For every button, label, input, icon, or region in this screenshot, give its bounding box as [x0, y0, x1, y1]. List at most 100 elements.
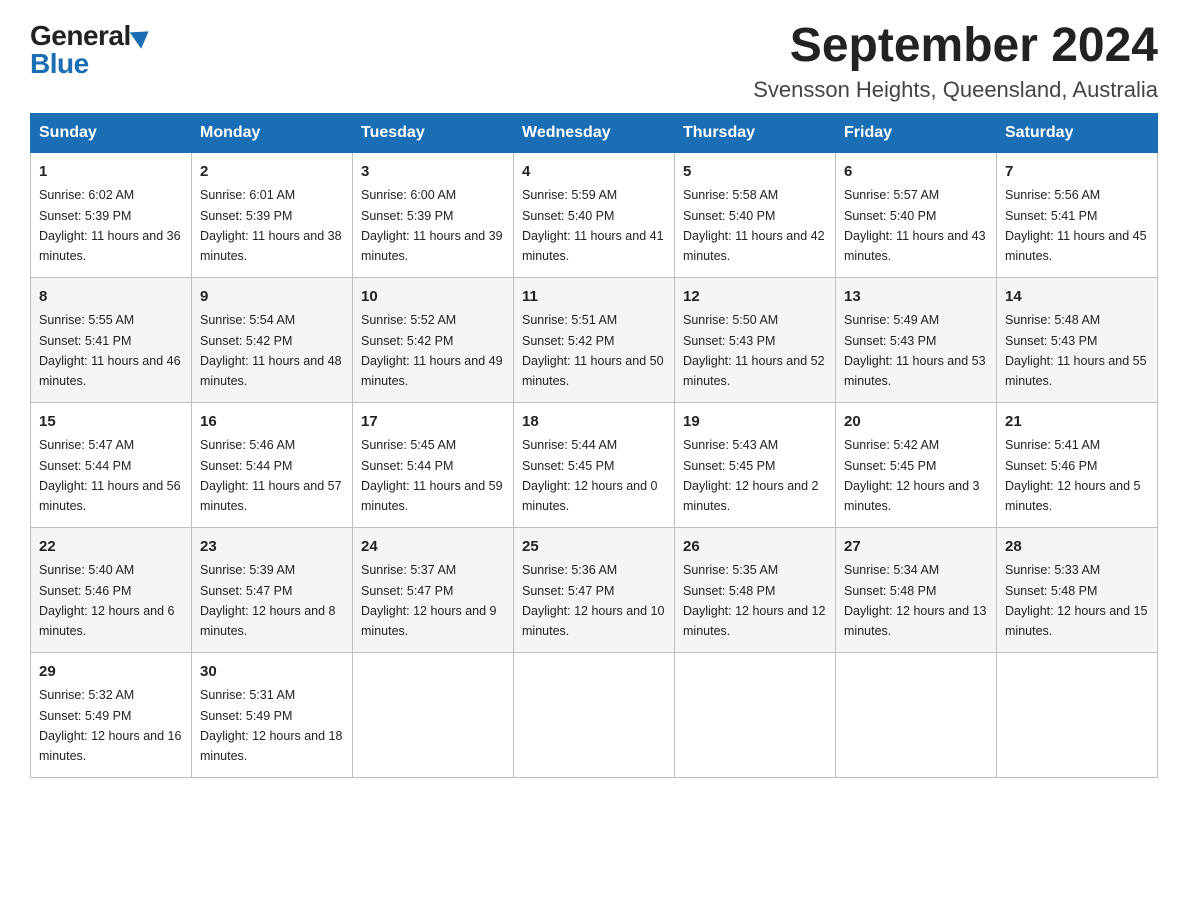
- weekday-header-row: SundayMondayTuesdayWednesdayThursdayFrid…: [31, 113, 1158, 152]
- calendar-cell: 13 Sunrise: 5:49 AMSunset: 5:43 PMDaylig…: [836, 277, 997, 402]
- calendar-cell: 22 Sunrise: 5:40 AMSunset: 5:46 PMDaylig…: [31, 527, 192, 652]
- day-info: Sunrise: 5:51 AMSunset: 5:42 PMDaylight:…: [522, 313, 664, 388]
- calendar-cell: 14 Sunrise: 5:48 AMSunset: 5:43 PMDaylig…: [997, 277, 1158, 402]
- calendar-cell: 25 Sunrise: 5:36 AMSunset: 5:47 PMDaylig…: [514, 527, 675, 652]
- day-number: 4: [522, 161, 666, 184]
- calendar-cell: 12 Sunrise: 5:50 AMSunset: 5:43 PMDaylig…: [675, 277, 836, 402]
- day-number: 27: [844, 536, 988, 559]
- day-number: 9: [200, 286, 344, 309]
- location-title: Svensson Heights, Queensland, Australia: [753, 77, 1158, 103]
- calendar-cell: 1 Sunrise: 6:02 AMSunset: 5:39 PMDayligh…: [31, 152, 192, 277]
- day-number: 13: [844, 286, 988, 309]
- day-number: 24: [361, 536, 505, 559]
- weekday-header-sunday: Sunday: [31, 113, 192, 152]
- calendar-week-row: 15 Sunrise: 5:47 AMSunset: 5:44 PMDaylig…: [31, 402, 1158, 527]
- day-number: 23: [200, 536, 344, 559]
- day-info: Sunrise: 5:59 AMSunset: 5:40 PMDaylight:…: [522, 188, 664, 263]
- calendar-cell: 20 Sunrise: 5:42 AMSunset: 5:45 PMDaylig…: [836, 402, 997, 527]
- day-info: Sunrise: 5:48 AMSunset: 5:43 PMDaylight:…: [1005, 313, 1147, 388]
- calendar-cell: 28 Sunrise: 5:33 AMSunset: 5:48 PMDaylig…: [997, 527, 1158, 652]
- weekday-header-tuesday: Tuesday: [353, 113, 514, 152]
- day-info: Sunrise: 5:36 AMSunset: 5:47 PMDaylight:…: [522, 563, 664, 638]
- calendar-cell: 17 Sunrise: 5:45 AMSunset: 5:44 PMDaylig…: [353, 402, 514, 527]
- day-info: Sunrise: 5:32 AMSunset: 5:49 PMDaylight:…: [39, 688, 181, 763]
- calendar-cell: [675, 652, 836, 777]
- calendar-cell: 24 Sunrise: 5:37 AMSunset: 5:47 PMDaylig…: [353, 527, 514, 652]
- calendar-week-row: 1 Sunrise: 6:02 AMSunset: 5:39 PMDayligh…: [31, 152, 1158, 277]
- day-number: 28: [1005, 536, 1149, 559]
- day-info: Sunrise: 5:34 AMSunset: 5:48 PMDaylight:…: [844, 563, 986, 638]
- calendar-cell: [836, 652, 997, 777]
- calendar-cell: 15 Sunrise: 5:47 AMSunset: 5:44 PMDaylig…: [31, 402, 192, 527]
- day-number: 11: [522, 286, 666, 309]
- calendar-cell: 26 Sunrise: 5:35 AMSunset: 5:48 PMDaylig…: [675, 527, 836, 652]
- day-info: Sunrise: 5:44 AMSunset: 5:45 PMDaylight:…: [522, 438, 658, 513]
- day-number: 15: [39, 411, 183, 434]
- day-number: 30: [200, 661, 344, 684]
- day-number: 22: [39, 536, 183, 559]
- day-number: 21: [1005, 411, 1149, 434]
- weekday-header-thursday: Thursday: [675, 113, 836, 152]
- day-info: Sunrise: 5:35 AMSunset: 5:48 PMDaylight:…: [683, 563, 825, 638]
- calendar-cell: 2 Sunrise: 6:01 AMSunset: 5:39 PMDayligh…: [192, 152, 353, 277]
- day-info: Sunrise: 5:43 AMSunset: 5:45 PMDaylight:…: [683, 438, 819, 513]
- day-info: Sunrise: 5:54 AMSunset: 5:42 PMDaylight:…: [200, 313, 342, 388]
- calendar-cell: 6 Sunrise: 5:57 AMSunset: 5:40 PMDayligh…: [836, 152, 997, 277]
- day-number: 1: [39, 161, 183, 184]
- day-number: 25: [522, 536, 666, 559]
- day-number: 17: [361, 411, 505, 434]
- day-number: 2: [200, 161, 344, 184]
- day-number: 16: [200, 411, 344, 434]
- day-number: 5: [683, 161, 827, 184]
- calendar-cell: 7 Sunrise: 5:56 AMSunset: 5:41 PMDayligh…: [997, 152, 1158, 277]
- calendar-cell: 10 Sunrise: 5:52 AMSunset: 5:42 PMDaylig…: [353, 277, 514, 402]
- weekday-header-monday: Monday: [192, 113, 353, 152]
- day-info: Sunrise: 5:45 AMSunset: 5:44 PMDaylight:…: [361, 438, 503, 513]
- calendar-cell: 8 Sunrise: 5:55 AMSunset: 5:41 PMDayligh…: [31, 277, 192, 402]
- day-info: Sunrise: 6:02 AMSunset: 5:39 PMDaylight:…: [39, 188, 181, 263]
- day-number: 6: [844, 161, 988, 184]
- calendar-week-row: 29 Sunrise: 5:32 AMSunset: 5:49 PMDaylig…: [31, 652, 1158, 777]
- day-number: 18: [522, 411, 666, 434]
- calendar-cell: [997, 652, 1158, 777]
- logo: General Blue: [30, 20, 150, 80]
- day-info: Sunrise: 5:52 AMSunset: 5:42 PMDaylight:…: [361, 313, 503, 388]
- day-info: Sunrise: 5:46 AMSunset: 5:44 PMDaylight:…: [200, 438, 342, 513]
- day-info: Sunrise: 5:58 AMSunset: 5:40 PMDaylight:…: [683, 188, 825, 263]
- day-info: Sunrise: 5:57 AMSunset: 5:40 PMDaylight:…: [844, 188, 986, 263]
- calendar-cell: 29 Sunrise: 5:32 AMSunset: 5:49 PMDaylig…: [31, 652, 192, 777]
- calendar-cell: [514, 652, 675, 777]
- calendar-cell: 16 Sunrise: 5:46 AMSunset: 5:44 PMDaylig…: [192, 402, 353, 527]
- day-number: 26: [683, 536, 827, 559]
- day-info: Sunrise: 5:56 AMSunset: 5:41 PMDaylight:…: [1005, 188, 1147, 263]
- day-info: Sunrise: 5:40 AMSunset: 5:46 PMDaylight:…: [39, 563, 175, 638]
- calendar-cell: 18 Sunrise: 5:44 AMSunset: 5:45 PMDaylig…: [514, 402, 675, 527]
- day-number: 19: [683, 411, 827, 434]
- calendar-cell: 3 Sunrise: 6:00 AMSunset: 5:39 PMDayligh…: [353, 152, 514, 277]
- day-number: 7: [1005, 161, 1149, 184]
- calendar-cell: 23 Sunrise: 5:39 AMSunset: 5:47 PMDaylig…: [192, 527, 353, 652]
- day-info: Sunrise: 5:49 AMSunset: 5:43 PMDaylight:…: [844, 313, 986, 388]
- day-info: Sunrise: 5:47 AMSunset: 5:44 PMDaylight:…: [39, 438, 181, 513]
- day-info: Sunrise: 5:55 AMSunset: 5:41 PMDaylight:…: [39, 313, 181, 388]
- month-title: September 2024: [753, 20, 1158, 73]
- day-info: Sunrise: 5:31 AMSunset: 5:49 PMDaylight:…: [200, 688, 342, 763]
- day-info: Sunrise: 5:42 AMSunset: 5:45 PMDaylight:…: [844, 438, 980, 513]
- weekday-header-wednesday: Wednesday: [514, 113, 675, 152]
- day-info: Sunrise: 5:39 AMSunset: 5:47 PMDaylight:…: [200, 563, 336, 638]
- day-number: 29: [39, 661, 183, 684]
- page-header: General Blue September 2024 Svensson Hei…: [30, 20, 1158, 103]
- calendar-cell: 27 Sunrise: 5:34 AMSunset: 5:48 PMDaylig…: [836, 527, 997, 652]
- logo-arrow-icon: [129, 23, 154, 49]
- weekday-header-saturday: Saturday: [997, 113, 1158, 152]
- calendar-cell: [353, 652, 514, 777]
- day-info: Sunrise: 5:41 AMSunset: 5:46 PMDaylight:…: [1005, 438, 1141, 513]
- day-info: Sunrise: 6:01 AMSunset: 5:39 PMDaylight:…: [200, 188, 342, 263]
- day-info: Sunrise: 5:33 AMSunset: 5:48 PMDaylight:…: [1005, 563, 1147, 638]
- calendar-cell: 11 Sunrise: 5:51 AMSunset: 5:42 PMDaylig…: [514, 277, 675, 402]
- day-number: 8: [39, 286, 183, 309]
- calendar-cell: 5 Sunrise: 5:58 AMSunset: 5:40 PMDayligh…: [675, 152, 836, 277]
- day-info: Sunrise: 5:37 AMSunset: 5:47 PMDaylight:…: [361, 563, 497, 638]
- day-number: 20: [844, 411, 988, 434]
- day-info: Sunrise: 5:50 AMSunset: 5:43 PMDaylight:…: [683, 313, 825, 388]
